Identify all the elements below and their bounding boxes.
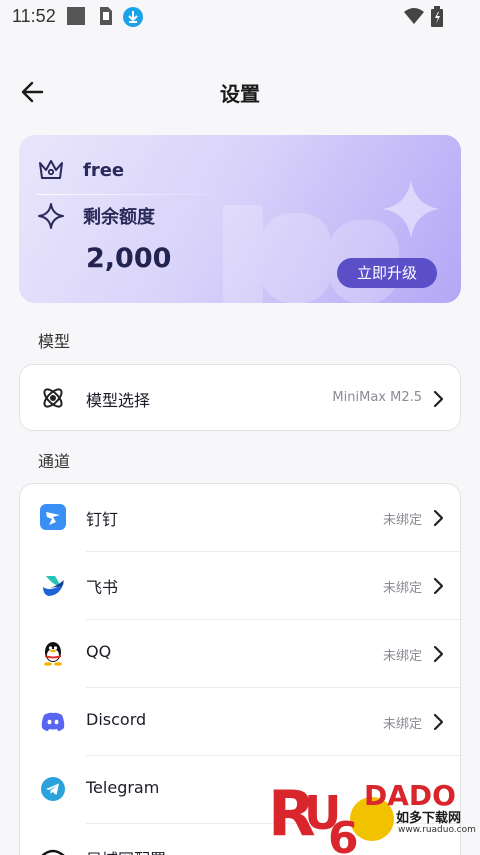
- plan-divider: [37, 194, 237, 195]
- section-title-model: 模型: [38, 332, 71, 351]
- quota-row: 剩余额度: [37, 201, 155, 231]
- model-card: 模型选择 MiniMax M2.5: [19, 364, 461, 431]
- row-label: Telegram: [86, 778, 160, 797]
- row-value: 未绑定: [382, 513, 422, 528]
- status-bar: 11:52: [0, 0, 480, 34]
- chevron-right-icon: [433, 509, 444, 527]
- model-atom-icon: [43, 388, 63, 408]
- upgrade-button[interactable]: 立即升级: [337, 258, 437, 288]
- row-label: Discord: [86, 710, 147, 729]
- row-label: 钉钉: [86, 510, 119, 529]
- quota-label: 剩余额度: [83, 207, 155, 228]
- row-feishu[interactable]: 飞书 未绑定: [20, 552, 460, 620]
- row-label: 模型选择: [86, 391, 151, 410]
- section-title-channel: 通道: [38, 452, 71, 471]
- feishu-icon: [43, 576, 64, 596]
- telegram-icon: [41, 777, 65, 801]
- qq-icon: [44, 642, 62, 666]
- discord-icon: [41, 712, 65, 731]
- row-label: 飞书: [86, 578, 119, 597]
- row-discord[interactable]: Discord 未绑定: [20, 688, 460, 756]
- page-title: 设置: [220, 82, 260, 106]
- row-label: 局域网配置: [86, 846, 166, 855]
- watermark-subtitle: 如多下载网: [396, 811, 462, 826]
- battery-icon: [430, 6, 444, 32]
- wifi-signal-icon: [403, 6, 425, 30]
- plan-name: free: [83, 159, 125, 181]
- row-value: 未绑定: [382, 581, 422, 596]
- chevron-right-icon: [433, 390, 444, 408]
- row-dingtalk[interactable]: 钉钉 未绑定: [20, 484, 460, 552]
- plan-card: free 剩余额度 2,000 立即升级: [19, 135, 461, 303]
- quota-value: 2,000: [86, 243, 172, 274]
- plan-row: free: [37, 155, 124, 185]
- row-value: 未绑定: [382, 717, 422, 732]
- watermark-url: www.ruaduo.com: [398, 825, 476, 835]
- crown-icon: [39, 160, 63, 179]
- status-time: 11:52: [12, 6, 56, 26]
- row-label: QQ: [86, 642, 112, 661]
- notification-square-icon: [66, 6, 86, 30]
- watermark-logo: R U 6 DADO 如多下载网 www.ruaduo.com: [268, 773, 476, 855]
- chevron-right-icon: [433, 645, 444, 663]
- sparkle-icon: [38, 203, 64, 229]
- svg-text:6: 6: [328, 813, 359, 855]
- chevron-right-icon: [433, 713, 444, 731]
- row-model-select[interactable]: 模型选择 MiniMax M2.5: [20, 365, 460, 431]
- download-icon: [122, 6, 144, 32]
- dingtalk-icon: [40, 504, 66, 530]
- chevron-right-icon: [433, 577, 444, 595]
- row-value: MiniMax M2.5: [332, 390, 422, 405]
- row-qq[interactable]: QQ 未绑定: [20, 620, 460, 688]
- row-value: 未绑定: [382, 649, 422, 664]
- header: 设置: [0, 66, 480, 118]
- sim-card-icon: [98, 6, 114, 30]
- wifi-icon: [41, 849, 65, 855]
